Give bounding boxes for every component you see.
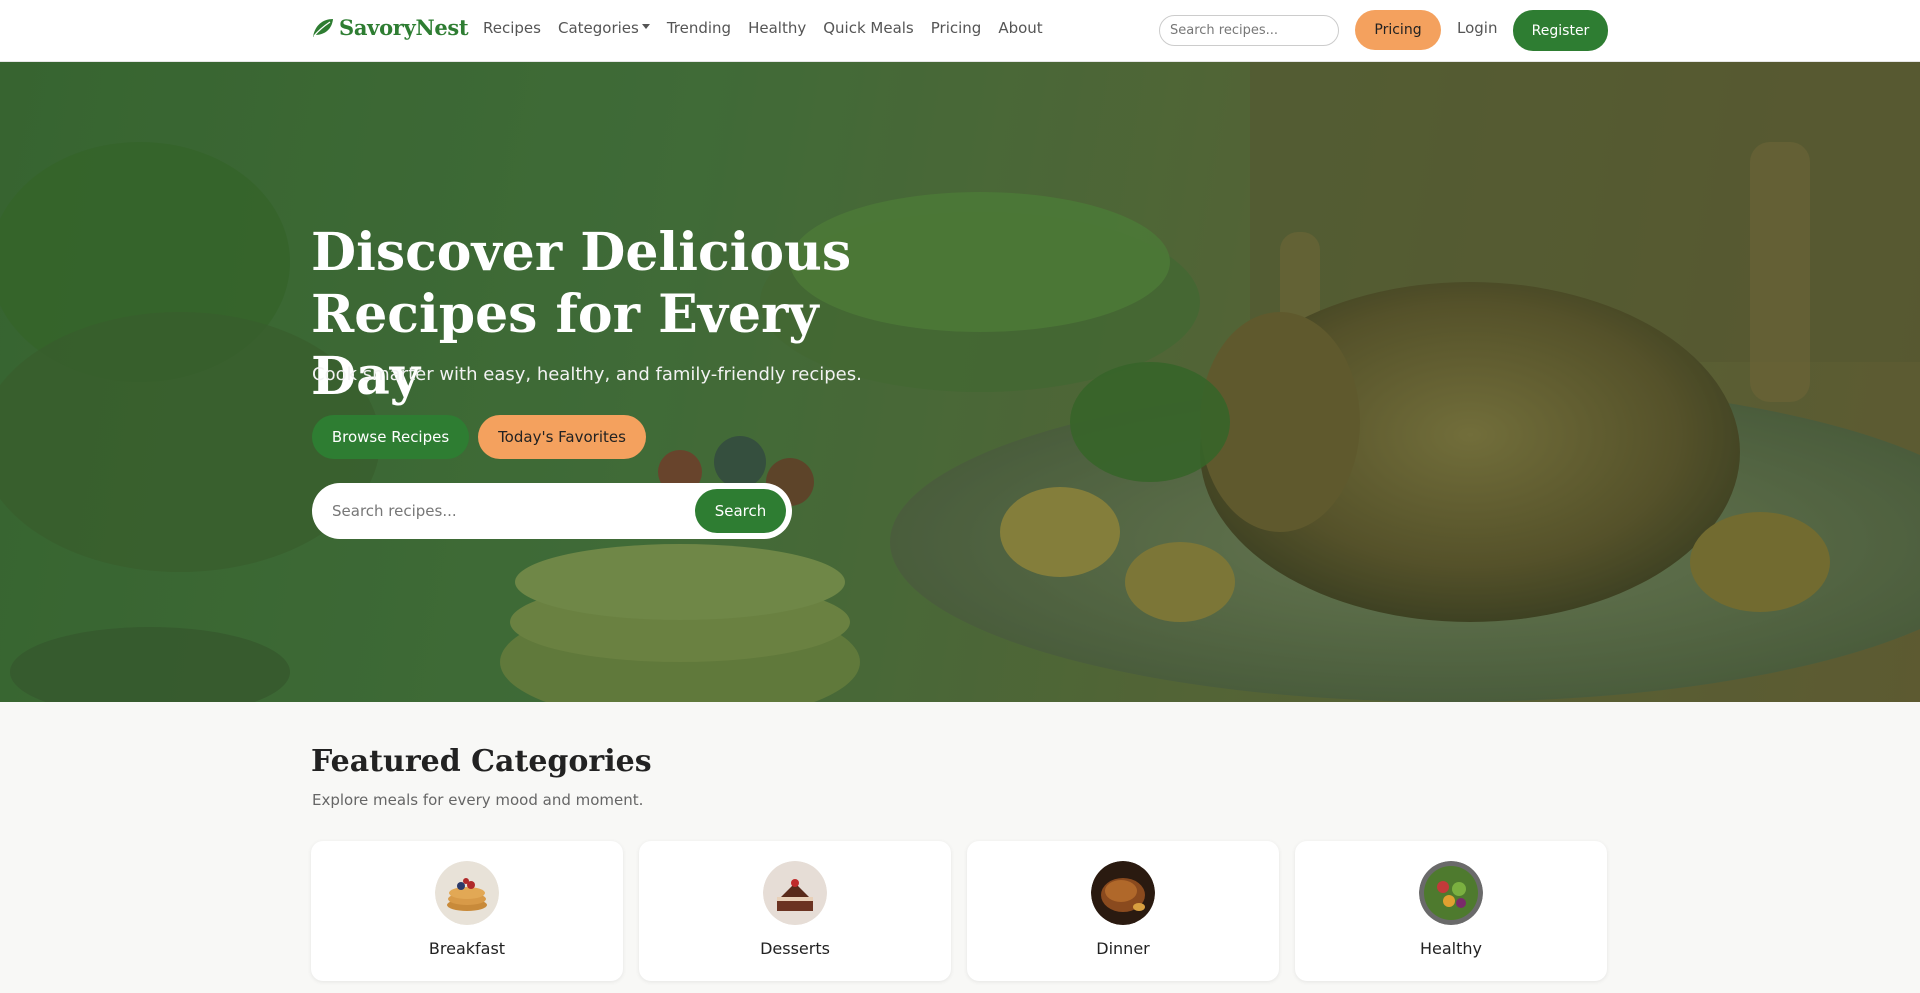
brand-name: SavoryNest — [339, 15, 469, 40]
hero-title-line-1: Discover Delicious — [311, 222, 852, 283]
nav-link-quick-meals[interactable]: Quick Meals — [823, 19, 914, 37]
hero-search-button[interactable]: Search — [695, 489, 786, 533]
register-button[interactable]: Register — [1513, 10, 1608, 51]
featured-categories-title: Featured Categories — [311, 744, 652, 779]
hero-search-input[interactable] — [332, 497, 682, 525]
category-label-healthy: Healthy — [1419, 939, 1482, 958]
nav-link-about[interactable]: About — [998, 19, 1042, 37]
hero-banner: Discover Delicious Recipes for Every Day… — [0, 62, 1920, 702]
nav-link-healthy[interactable]: Healthy — [748, 19, 806, 37]
nav-link-trending[interactable]: Trending — [667, 19, 731, 37]
category-card-dinner[interactable]: Dinner — [967, 841, 1279, 981]
salad-bowl-image — [1419, 861, 1483, 925]
hero-title-line-2: Recipes for Every Day — [311, 284, 819, 407]
nav-links: Recipes Categories Trending Healthy Quic… — [483, 19, 1043, 37]
browse-recipes-button[interactable]: Browse Recipes — [312, 415, 469, 459]
nav-link-categories-label: Categories — [557, 19, 639, 37]
category-card-desserts[interactable]: Desserts — [639, 841, 951, 981]
category-label-dinner: Dinner — [1096, 939, 1150, 958]
hero-search-bar: Search — [312, 483, 792, 539]
brand-logo[interactable]: SavoryNest — [311, 15, 469, 40]
nav-link-categories[interactable]: Categories — [558, 19, 650, 37]
roast-chicken-image — [1091, 861, 1155, 925]
category-card-healthy[interactable]: Healthy — [1295, 841, 1607, 981]
pancakes-image — [435, 861, 499, 925]
todays-favorites-button[interactable]: Today's Favorites — [478, 415, 646, 459]
featured-categories-subtitle: Explore meals for every mood and moment. — [312, 791, 644, 809]
nav-link-recipes[interactable]: Recipes — [483, 19, 541, 37]
nav-search-input[interactable] — [1159, 15, 1339, 46]
leaf-icon — [313, 18, 333, 37]
hero-overlay — [0, 62, 1920, 702]
hero-subtitle: Cook smarter with easy, healthy, and fam… — [312, 364, 862, 385]
pricing-button[interactable]: Pricing — [1355, 10, 1441, 50]
category-label-desserts: Desserts — [760, 939, 830, 958]
category-card-breakfast[interactable]: Breakfast — [311, 841, 623, 981]
login-link[interactable]: Login — [1457, 19, 1497, 37]
navbar: SavoryNest Recipes Categories Trending H… — [0, 0, 1920, 62]
cake-image — [763, 861, 827, 925]
category-label-breakfast: Breakfast — [428, 939, 506, 958]
nav-link-pricing[interactable]: Pricing — [931, 19, 982, 37]
chevron-down-icon — [641, 24, 650, 29]
category-cards: Breakfast Desserts Dinner Healthy — [311, 841, 1607, 981]
